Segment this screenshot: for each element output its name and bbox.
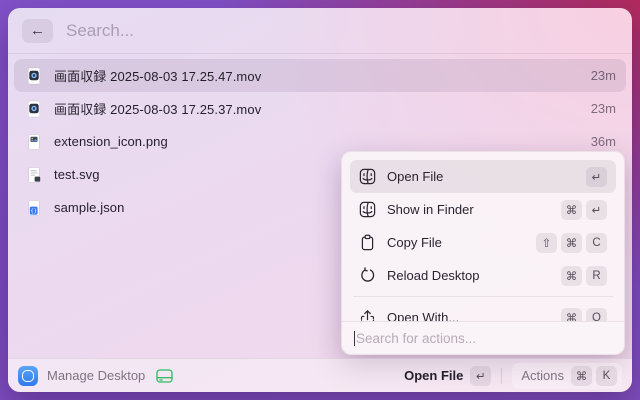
key-badge: ⌘ [561,308,582,323]
key-badge: R [586,266,607,286]
file-name: sample.json [54,200,124,215]
file-name: test.svg [54,167,100,182]
footer-divider [501,368,502,384]
footer-bar: Manage Desktop Open File ↵ Actions ⌘K [8,358,632,392]
file-name: 画面収録 2025-08-03 17.25.37.mov [54,99,261,118]
key-badge: ⌘ [561,266,582,286]
menu-item-shortcut: ⌘R [561,266,607,286]
key-badge: ⌘ [571,366,592,386]
json-file-icon: {} [24,198,44,218]
key-badge: C [586,233,607,253]
image-file-icon [24,132,44,152]
menu-item-label: Copy File [387,235,442,250]
search-header: ← Search... [8,8,632,54]
primary-action-label: Open File [404,368,463,383]
text-caret [354,331,355,346]
menu-item-shortcut: ⌘↵ [561,200,607,220]
menu-divider [353,296,613,297]
file-modified-time: 36m [591,134,616,149]
primary-action-button[interactable]: Open File ↵ [404,366,491,386]
manage-desktop-app-icon [18,366,38,386]
clipboard-icon [359,234,376,251]
svg-file-icon [24,165,44,185]
actions-menu-list: Open File↵Show in Finder⌘↵Copy File⇧⌘CRe… [342,152,624,322]
menu-item-label: Open File [387,169,443,184]
actions-context-menu: Open File↵Show in Finder⌘↵Copy File⇧⌘CRe… [341,151,625,355]
back-button[interactable]: ← [22,19,53,43]
menu-item-label: Reload Desktop [387,268,480,283]
actions-search-field[interactable]: Search for actions... [342,321,624,354]
file-name: 画面収録 2025-08-03 17.25.47.mov [54,66,261,85]
menu-item-label: Show in Finder [387,202,474,217]
green-drive-icon [154,366,174,386]
file-name: extension_icon.png [54,134,168,149]
menu-item-shortcut: ⌘O [561,308,607,323]
movie-file-icon [24,99,44,119]
menu-item-shortcut: ⇧⌘C [536,233,607,253]
menu-item-shortcut: ↵ [586,167,607,187]
key-badge: ↵ [470,366,491,386]
file-modified-time: 23m [591,101,616,116]
key-badge: ↵ [586,167,607,187]
launcher-window: ← Search... 画面収録 2025-08-03 17.25.47.mov… [8,8,632,392]
reload-icon [359,267,376,284]
menu-item[interactable]: Open With...⌘O [350,301,616,322]
key-badge: ⌘ [561,200,582,220]
menu-item[interactable]: Copy File ⇧⌘C [350,226,616,259]
arrow-left-icon: ← [30,22,45,39]
actions-button[interactable]: Actions ⌘K [512,363,622,389]
actions-search-placeholder: Search for actions... [356,331,476,346]
key-badge: K [596,366,617,386]
menu-item[interactable]: Open File ↵ [350,160,616,193]
search-input[interactable]: Search... [66,21,134,41]
key-badge: ⇧ [536,233,557,253]
key-badge: ⌘ [561,233,582,253]
finder-icon [359,168,376,185]
footer-app-label: Manage Desktop [47,368,145,383]
key-badge: O [586,308,607,323]
file-modified-time: 23m [591,68,616,83]
actions-button-label: Actions [521,368,564,383]
finder-icon [359,201,376,218]
menu-item[interactable]: Reload Desktop ⌘R [350,259,616,292]
key-badge: ↵ [586,200,607,220]
movie-file-icon [24,66,44,86]
file-row[interactable]: 画面収録 2025-08-03 17.25.47.mov 23m [14,59,626,92]
file-row[interactable]: 画面収録 2025-08-03 17.25.37.mov 23m [14,92,626,125]
menu-item[interactable]: Show in Finder ⌘↵ [350,193,616,226]
svg-text:{}: {} [30,208,37,214]
